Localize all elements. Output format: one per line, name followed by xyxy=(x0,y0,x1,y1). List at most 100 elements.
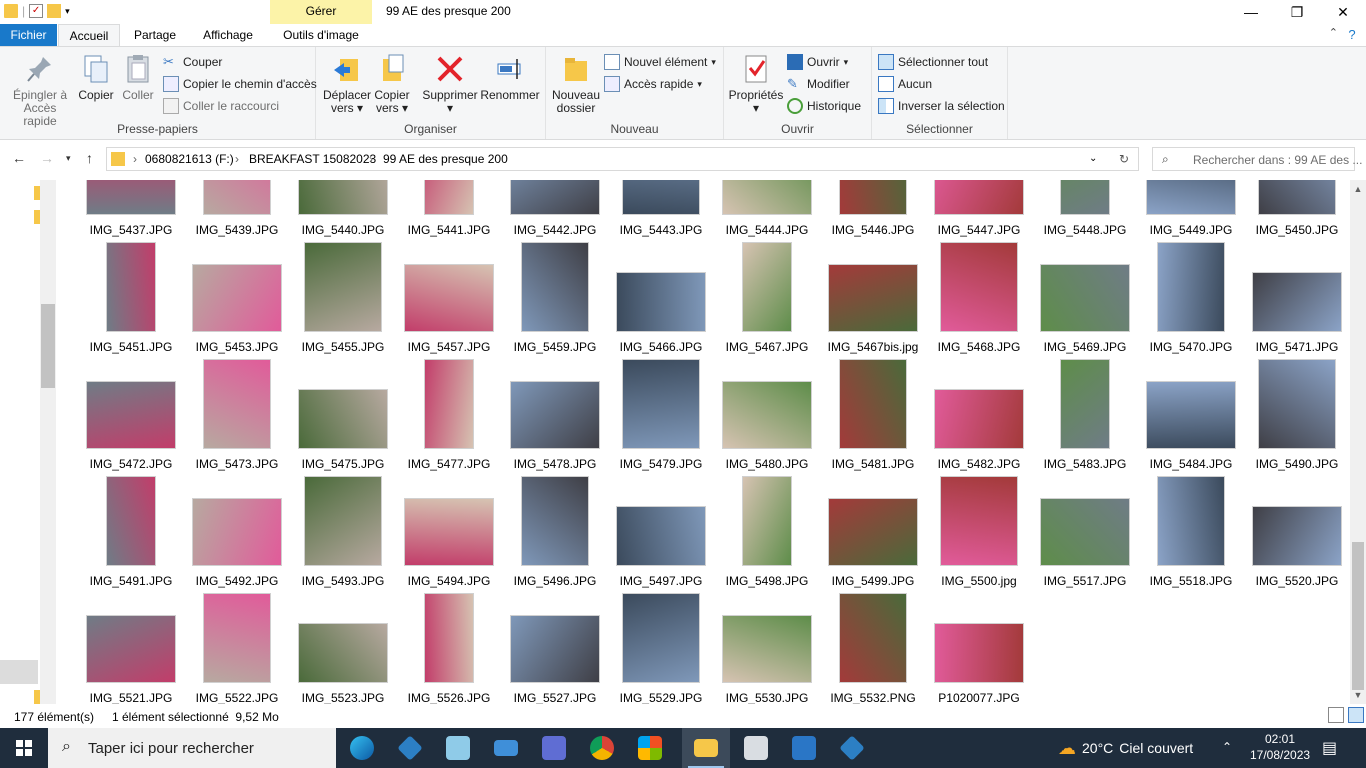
edge-app[interactable] xyxy=(338,728,386,768)
new-item-button[interactable]: Nouvel élément ▾ xyxy=(604,52,716,72)
file-item[interactable]: IMG_5439.JPG xyxy=(184,180,290,237)
file-item[interactable]: IMG_5527.JPG xyxy=(502,583,608,704)
file-item[interactable]: IMG_5475.JPG xyxy=(290,349,396,471)
scroll-up-arrow-icon[interactable]: ▲ xyxy=(1350,184,1366,194)
file-item[interactable]: IMG_5468.JPG xyxy=(926,232,1032,354)
file-item[interactable]: IMG_5443.JPG xyxy=(608,180,714,237)
show-hidden-icons-chevron-icon[interactable]: ⌃ xyxy=(1222,740,1232,754)
store-app[interactable] xyxy=(626,728,674,768)
file-item[interactable]: IMG_5483.JPG xyxy=(1032,349,1138,471)
file-item[interactable]: IMG_5448.JPG xyxy=(1032,180,1138,237)
file-item[interactable]: IMG_5482.JPG xyxy=(926,349,1032,471)
paste-shortcut-button[interactable]: Coller le raccourci xyxy=(163,96,279,116)
file-item[interactable]: IMG_5449.JPG xyxy=(1138,180,1244,237)
manage-contextual-tab[interactable]: Gérer xyxy=(270,0,372,24)
file-item[interactable]: IMG_5523.JPG xyxy=(290,583,396,704)
file-item[interactable]: IMG_5517.JPG xyxy=(1032,466,1138,588)
up-arrow-icon[interactable]: ↑ xyxy=(86,150,93,166)
file-item[interactable]: IMG_5447.JPG xyxy=(926,180,1032,237)
app-viewer[interactable] xyxy=(530,728,578,768)
file-item[interactable]: IMG_5469.JPG xyxy=(1032,232,1138,354)
breadcrumb-folder-breakfast[interactable]: BREAKFAST 15082023 xyxy=(249,152,376,166)
file-item[interactable]: IMG_5530.JPG xyxy=(714,583,820,704)
help-icon[interactable]: ? xyxy=(1344,27,1360,43)
notifications-icon[interactable]: ▤ xyxy=(1322,738,1337,758)
file-item[interactable]: IMG_5484.JPG xyxy=(1138,349,1244,471)
paste-button[interactable]: Coller xyxy=(118,53,158,102)
file-item[interactable]: IMG_5479.JPG xyxy=(608,349,714,471)
file-item[interactable]: P1020077.JPG xyxy=(926,583,1032,704)
file-item[interactable]: IMG_5437.JPG xyxy=(78,180,184,237)
copy-button[interactable]: Copier xyxy=(76,53,116,102)
file-item[interactable]: IMG_5466.JPG xyxy=(608,232,714,354)
file-item[interactable]: IMG_5481.JPG xyxy=(820,349,926,471)
file-item[interactable]: IMG_5471.JPG xyxy=(1244,232,1350,354)
delete-button[interactable]: Supprimer ▾ xyxy=(420,53,480,115)
properties-check-icon[interactable]: ✓ xyxy=(29,4,44,18)
cut-button[interactable]: ✂ Couper xyxy=(163,52,222,72)
file-item[interactable]: IMG_5522.JPG xyxy=(184,583,290,704)
forward-arrow-icon[interactable]: → xyxy=(40,150,54,166)
copy-to-button[interactable]: Copier vers ▾ xyxy=(372,53,412,115)
file-item[interactable]: IMG_5451.JPG xyxy=(78,232,184,354)
file-item[interactable]: IMG_5446.JPG xyxy=(820,180,926,237)
nav-pane-scrollbar[interactable] xyxy=(40,180,56,704)
file-item[interactable]: IMG_5470.JPG xyxy=(1138,232,1244,354)
file-item[interactable]: IMG_5459.JPG xyxy=(502,232,608,354)
breadcrumb-folder-current[interactable]: 99 AE des presque 200 xyxy=(383,152,508,166)
file-item[interactable]: IMG_5526.JPG xyxy=(396,583,502,704)
rename-button[interactable]: Renommer xyxy=(480,53,540,102)
file-item[interactable]: IMG_5457.JPG xyxy=(396,232,502,354)
nav-pane-horizontal-scrollbar[interactable] xyxy=(0,660,38,684)
file-explorer-app[interactable] xyxy=(682,728,730,768)
file-item[interactable]: IMG_5499.JPG xyxy=(820,466,926,588)
app-diamond-2[interactable] xyxy=(828,728,876,768)
file-item[interactable]: IMG_5442.JPG xyxy=(502,180,608,237)
select-all-button[interactable]: Sélectionner tout xyxy=(878,52,988,72)
file-grid-scrollbar-thumb[interactable] xyxy=(1352,542,1364,690)
properties-button[interactable]: Propriétés ▾ xyxy=(728,53,784,115)
file-item[interactable]: IMG_5521.JPG xyxy=(78,583,184,704)
photos-app[interactable] xyxy=(780,728,828,768)
mail-app[interactable] xyxy=(482,728,530,768)
back-arrow-icon[interactable]: ← xyxy=(12,150,26,166)
file-item[interactable]: IMG_5444.JPG xyxy=(714,180,820,237)
easy-access-button[interactable]: Accès rapide ▾ xyxy=(604,74,702,94)
file-item[interactable]: IMG_5467.JPG xyxy=(714,232,820,354)
close-button[interactable]: ✕ xyxy=(1320,0,1366,24)
file-item[interactable]: IMG_5493.JPG xyxy=(290,466,396,588)
file-item[interactable]: IMG_5455.JPG xyxy=(290,232,396,354)
file-item[interactable]: IMG_5453.JPG xyxy=(184,232,290,354)
app-documents[interactable] xyxy=(732,728,780,768)
file-item[interactable]: IMG_5494.JPG xyxy=(396,466,502,588)
file-item[interactable]: IMG_5496.JPG xyxy=(502,466,608,588)
edit-button[interactable]: ✎ Modifier xyxy=(787,74,850,94)
file-item[interactable]: IMG_5532.PNG xyxy=(820,583,926,704)
minimize-button[interactable]: — xyxy=(1228,0,1274,24)
file-item[interactable]: IMG_5480.JPG xyxy=(714,349,820,471)
file-item[interactable]: IMG_5529.JPG xyxy=(608,583,714,704)
maximize-button[interactable]: ❐ xyxy=(1274,0,1320,24)
history-button[interactable]: Historique xyxy=(787,96,861,116)
file-item[interactable]: IMG_5440.JPG xyxy=(290,180,396,237)
invert-selection-button[interactable]: Inverser la sélection xyxy=(878,96,1005,116)
file-item[interactable]: IMG_5498.JPG xyxy=(714,466,820,588)
tab-share[interactable]: Partage xyxy=(124,24,186,46)
refresh-icon[interactable]: ↻ xyxy=(1119,152,1129,166)
tab-home[interactable]: Accueil xyxy=(58,24,120,46)
tab-view[interactable]: Affichage xyxy=(190,24,266,46)
weather-widget[interactable]: ☁ 20°C Ciel couvert xyxy=(1058,728,1193,768)
file-item[interactable]: IMG_5490.JPG xyxy=(1244,349,1350,471)
tab-picture-tools[interactable]: Outils d'image xyxy=(270,24,372,46)
scroll-down-arrow-icon[interactable]: ▼ xyxy=(1350,690,1366,700)
start-button[interactable] xyxy=(0,728,48,768)
new-folder-button[interactable]: Nouveau dossier xyxy=(550,53,602,115)
move-to-button[interactable]: Déplacer vers ▾ xyxy=(322,53,372,115)
details-view-icon[interactable] xyxy=(1328,707,1344,723)
file-item[interactable]: IMG_5450.JPG xyxy=(1244,180,1350,237)
file-item[interactable]: IMG_5478.JPG xyxy=(502,349,608,471)
file-item[interactable]: IMG_5472.JPG xyxy=(78,349,184,471)
address-dropdown-chevron-icon[interactable]: ⌄ xyxy=(1089,153,1097,164)
tab-file[interactable]: Fichier xyxy=(0,24,57,46)
large-icons-view-icon[interactable] xyxy=(1348,707,1364,723)
